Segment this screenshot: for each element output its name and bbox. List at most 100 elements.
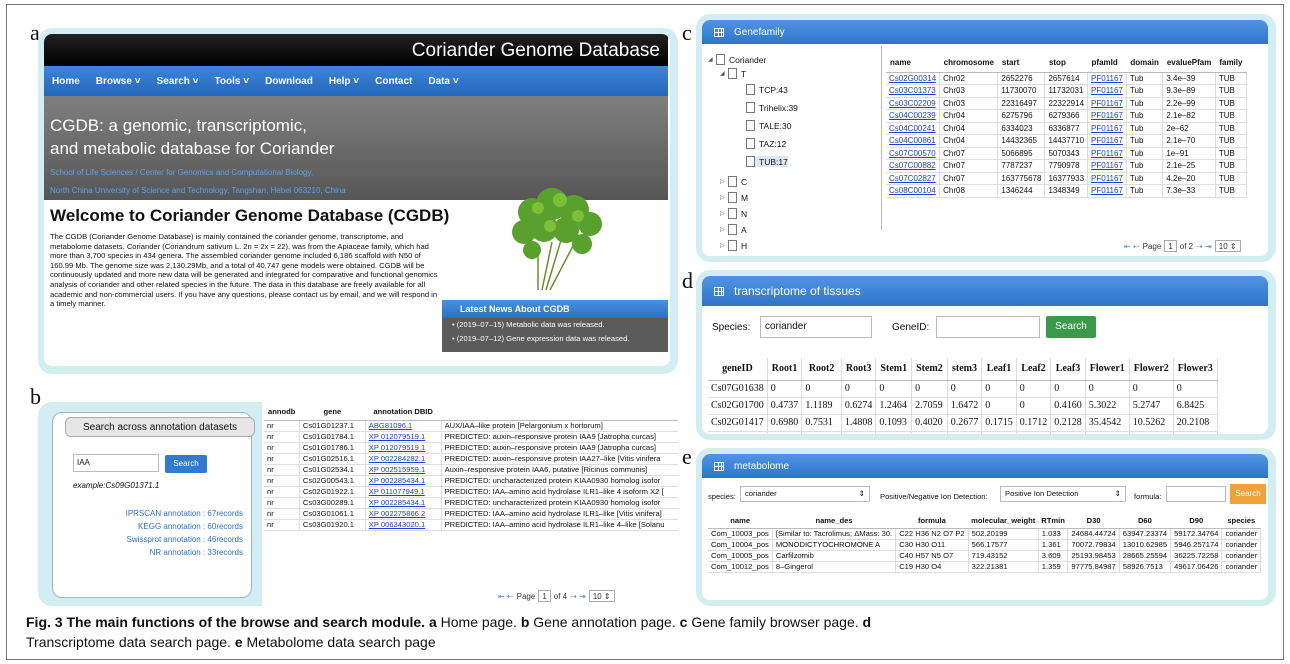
table-cell-link[interactable]: Cs03C02209 — [886, 97, 941, 110]
tree-node-n[interactable]: ▷ N — [720, 208, 747, 219]
table-cell-link[interactable]: PF01167 — [1087, 84, 1127, 98]
column-header[interactable]: Flower1 — [1085, 358, 1130, 381]
table-row[interactable]: Cs07C02827 Chr07 163775678 16377933 PF01167 T… — [886, 172, 1247, 185]
table-cell-link[interactable]: PF01167 — [1087, 172, 1127, 185]
col-annotation[interactable]: annotation — [441, 404, 678, 421]
table-cell-link[interactable]: Cs03C01373 — [886, 84, 941, 98]
tree-leaf[interactable]: TALE:30 — [746, 120, 791, 131]
tree-leaf[interactable]: TAZ:12 — [746, 138, 786, 149]
table-cell-link[interactable]: Cs04C00241 — [886, 122, 941, 135]
table-row[interactable]: Cs03C02209 Chr03 22316497 22322914 PF01167 Tu… — [886, 97, 1247, 110]
table-cell-link[interactable]: PF01167 — [1087, 184, 1127, 198]
tree-leaf-selected[interactable]: TUB:17 — [746, 156, 788, 167]
table-row[interactable]: nr Cs02G00543.1 XP 002285434.1 PREDICTED: u… — [264, 475, 678, 487]
table-row[interactable]: Cs02G01417 0.6980 0.7531 1.4808 0.1093 0.4020… — [708, 414, 1218, 432]
table-row[interactable]: Cs04C00239 Chr04 6275796 6279366 PF01167 Tub 2… — [886, 109, 1247, 123]
tree-node-c[interactable]: ▷ C — [720, 176, 747, 187]
column-header[interactable]: Root2 — [801, 358, 842, 381]
table-row[interactable]: nr Cs01G01237.1 ABG81096.1 AUX/IAA–like pro… — [264, 420, 678, 432]
table-cell-link[interactable]: XP 002275866.2 — [365, 508, 442, 520]
table-row[interactable]: Cs04C00861 Chr04 14432365 14437710 PF01167 Tu… — [886, 134, 1247, 148]
nav-item-home[interactable]: Home — [52, 76, 80, 87]
tree-node-m[interactable]: ▷ M — [720, 192, 748, 203]
news-item[interactable]: • (2019–07–12) Gene expression data was … — [442, 332, 668, 346]
col-start[interactable]: start — [997, 54, 1045, 73]
table-row[interactable]: nr Cs03G01061.1 XP 002275866.2 PREDICTED: I… — [264, 508, 678, 520]
table-row[interactable]: Cs04C00241 Chr04 6334023 6336877 PF01167 Tub 2… — [886, 122, 1247, 135]
col-chromosome[interactable]: chromosome — [939, 54, 998, 73]
table-cell-link[interactable]: Cs07C00570 — [886, 147, 941, 160]
table-cell-link[interactable]: XP 002285434.1 — [365, 475, 442, 487]
table-row[interactable]: Cs07C00882 Chr07 7787237 7790978 PF01167 Tub 2… — [886, 159, 1247, 173]
pager-page-input[interactable]: 1 — [538, 590, 551, 602]
column-header[interactable]: Leaf2 — [1016, 358, 1052, 381]
col-stop[interactable]: stop — [1044, 54, 1088, 73]
table-cell-link[interactable]: PF01167 — [1087, 97, 1127, 110]
table-cell-link[interactable]: PF01167 — [1087, 72, 1127, 85]
table-row[interactable]: nr Cs03G01920.1 XP 006343020.1 PREDICTED: I… — [264, 519, 678, 531]
nav-item-download[interactable]: Download — [265, 76, 313, 87]
table-row[interactable]: nr Cs01G02534.1 XP 002515959.1 Auxin–respon… — [264, 464, 678, 476]
table-row[interactable]: Cs07C00570 Chr07 5066895 5070343 PF01167 Tub 1… — [886, 147, 1247, 160]
tree-node-h[interactable]: ▷ H — [720, 240, 747, 251]
column-header[interactable]: Stem2 — [911, 358, 948, 381]
search-button[interactable]: Search — [1046, 316, 1096, 338]
table-cell-link[interactable]: XP 012079519.1 — [365, 442, 442, 454]
column-header[interactable]: RTmin — [1038, 514, 1068, 529]
pager-page-input[interactable]: 1 — [1164, 240, 1177, 252]
species-select[interactable]: coriander ⇕ — [740, 486, 870, 502]
column-header[interactable]: Flower2 — [1129, 358, 1174, 381]
table-cell-link[interactable]: XP 002284282.1 — [365, 453, 442, 465]
table-cell-link[interactable]: Cs04C00861 — [886, 134, 941, 148]
table-row[interactable]: Cs02G00314 Chr02 2652276 2657614 PF01167 Tub 3… — [886, 72, 1247, 85]
nav-item-browse[interactable]: Browse ˅ — [96, 76, 141, 87]
table-cell-link[interactable]: PF01167 — [1087, 122, 1127, 135]
table-cell-link[interactable]: Cs02G00314 — [886, 72, 941, 85]
news-item[interactable]: • (2019–07–15) Metabolic data was releas… — [442, 318, 668, 332]
column-header[interactable]: stem3 — [947, 358, 983, 381]
table-cell-link[interactable]: ABG81096.1 — [365, 420, 442, 432]
table-cell-link[interactable]: PF01167 — [1087, 109, 1127, 123]
table-cell-link[interactable]: Cs08C00104 — [886, 184, 941, 198]
table-cell-link[interactable]: XP 011077949.1 — [365, 486, 442, 498]
col-pfamid[interactable]: pfamId — [1087, 54, 1127, 73]
table-row[interactable]: Cs03C01373 Chr03 11730070 11732031 PF01167 Tu… — [886, 84, 1247, 98]
table-cell-link[interactable]: XP 002285434.1 — [365, 497, 442, 509]
column-header[interactable]: Leaf3 — [1050, 358, 1086, 381]
table-row[interactable]: nr Cs01G02516.1 XP 002284282.1 PREDICTED: a… — [264, 453, 678, 465]
tree-leaf[interactable]: Trihelix:39 — [746, 102, 798, 113]
species-input[interactable]: coriander — [760, 316, 872, 338]
nav-item-data[interactable]: Data ˅ — [428, 76, 458, 87]
col-annodb[interactable]: annodb — [264, 404, 300, 421]
table-cell-link[interactable]: PF01167 — [1087, 147, 1127, 160]
column-header[interactable]: Flower3 — [1173, 358, 1218, 381]
column-header[interactable]: species — [1221, 514, 1261, 529]
swissprot-link[interactable]: Swissprot annotation : 46records — [53, 533, 243, 546]
search-input[interactable]: IAA — [73, 454, 159, 472]
table-cell-link[interactable]: PF01167 — [1087, 134, 1127, 148]
column-header[interactable]: D30 — [1067, 514, 1120, 529]
table-row[interactable]: Cs07G01638 0 0 0 0 0 0 0 0 0 0 0 0 — [708, 380, 1218, 398]
table-row[interactable]: Cs02G010044.210910.48588.56466.97015.748… — [708, 431, 1218, 434]
search-tab[interactable]: Search across annotation datasets — [65, 417, 255, 437]
col-name[interactable]: name — [886, 54, 940, 73]
geneid-input[interactable] — [936, 316, 1040, 338]
table-cell-link[interactable]: Cs07C02827 — [886, 172, 941, 185]
table-cell-link[interactable]: Cs04C00239 — [886, 109, 941, 123]
table-row[interactable]: Com_10003_pos [Similar to: Tacrolimus; ΔM… — [708, 528, 1262, 540]
column-header[interactable]: name — [708, 514, 773, 529]
column-header[interactable]: formula — [895, 514, 969, 529]
tree-node-root[interactable]: ◢ Coriander — [708, 54, 766, 65]
col-domain[interactable]: domain — [1126, 54, 1163, 73]
table-cell-link[interactable]: XP 006343020.1 — [365, 519, 442, 531]
column-header[interactable]: molecular_weight — [968, 514, 1039, 529]
col-gene[interactable]: gene — [299, 404, 366, 421]
pager-next-icon[interactable]: ⇢ ⇥ — [570, 592, 586, 601]
nav-item-search[interactable]: Search ˅ — [157, 76, 199, 87]
table-row[interactable]: Com_10005_pos Carfilzomib C40 H57 N5 O7 719… — [708, 550, 1262, 562]
column-header[interactable]: D90 — [1170, 514, 1222, 529]
column-header[interactable]: Root1 — [767, 358, 803, 381]
column-header[interactable]: Leaf1 — [981, 358, 1017, 381]
col-dbid[interactable]: annotation DBID — [365, 404, 442, 421]
tree-node-t[interactable]: ◢ T — [720, 68, 746, 79]
